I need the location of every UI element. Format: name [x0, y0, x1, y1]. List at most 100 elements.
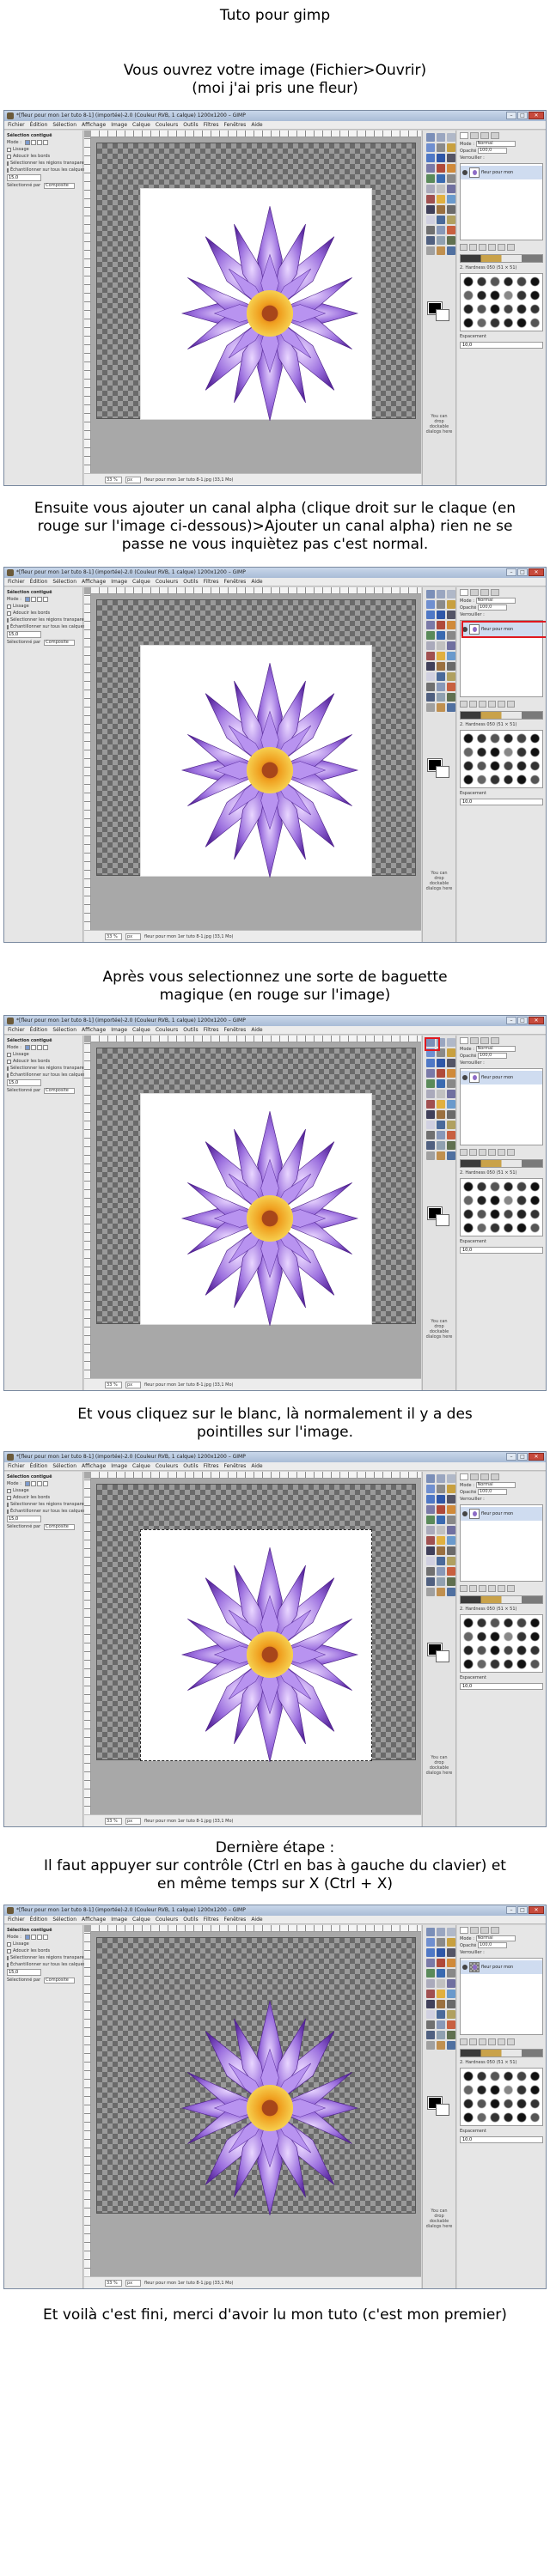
brush-preset-icon[interactable]: [516, 1644, 528, 1656]
brush-preset-icon[interactable]: [462, 1208, 474, 1220]
palette-strip[interactable]: [460, 711, 543, 720]
tool-icon[interactable]: [447, 1588, 455, 1596]
tool-icon[interactable]: [426, 1516, 435, 1524]
menu-outils[interactable]: Outils: [183, 121, 198, 129]
raise-layer-button[interactable]: [469, 1149, 477, 1156]
tool-icon[interactable]: [447, 133, 455, 142]
menu-filtres[interactable]: Filtres: [204, 1462, 219, 1470]
brush-preset-icon[interactable]: [516, 1181, 528, 1193]
layers-tab[interactable]: [460, 1927, 468, 1934]
tool-icon[interactable]: [447, 1079, 455, 1088]
tool-icon[interactable]: [447, 226, 455, 234]
brush-preset-icon[interactable]: [475, 1631, 487, 1643]
brush-preset-icon[interactable]: [475, 1194, 487, 1206]
tool-icon[interactable]: [437, 1100, 445, 1109]
tool-icon[interactable]: [437, 600, 445, 609]
brush-preset-icon[interactable]: [516, 1208, 528, 1220]
channels-tab[interactable]: [470, 1037, 479, 1044]
tool-icon[interactable]: [426, 216, 435, 224]
transparent-row[interactable]: Sélectionner les régions transparentes: [4, 617, 94, 623]
channels-tab[interactable]: [470, 589, 479, 596]
intersect-mode-button[interactable]: [42, 140, 48, 145]
brush-preset-icon[interactable]: [529, 1617, 541, 1629]
spacing-input[interactable]: 10,0: [460, 799, 543, 805]
tool-icon[interactable]: [447, 216, 455, 224]
feather-checkbox[interactable]: [7, 611, 11, 616]
tool-icon[interactable]: [437, 1069, 445, 1078]
new-layer-button[interactable]: [460, 701, 468, 708]
menu-selection[interactable]: Sélection: [52, 1462, 76, 1470]
brush-preset-icon[interactable]: [516, 760, 528, 772]
transparent-checkbox[interactable]: [7, 1955, 9, 1960]
background-color-swatch[interactable]: [436, 1214, 449, 1226]
visibility-eye-icon[interactable]: [462, 170, 468, 175]
brush-preset-icon[interactable]: [475, 2111, 487, 2123]
tool-icon[interactable]: [426, 226, 435, 234]
raise-layer-button[interactable]: [469, 244, 477, 251]
spacing-input[interactable]: 10,0: [460, 2136, 543, 2143]
antialias-row[interactable]: Lissage: [4, 1487, 82, 1494]
fg-bg-color-selector[interactable]: [427, 1206, 450, 1226]
brush-preset-icon[interactable]: [462, 303, 474, 315]
zoom-dropdown[interactable]: 33 %: [105, 1382, 122, 1388]
antialias-row[interactable]: Lissage: [4, 1051, 82, 1058]
tool-icon[interactable]: [426, 1536, 435, 1545]
tool-icon[interactable]: [447, 1141, 455, 1150]
tool-icon[interactable]: [426, 1979, 435, 1988]
layer-row[interactable]: fleur pour mon: [461, 1071, 542, 1084]
menu-calque[interactable]: Calque: [132, 121, 150, 129]
layer-mode-dropdown[interactable]: Normal: [475, 1046, 516, 1052]
tool-icon[interactable]: [426, 590, 435, 598]
brush-preset-icon[interactable]: [529, 760, 541, 772]
brush-preset-icon[interactable]: [489, 774, 501, 786]
sample-merged-row[interactable]: Échantillonner sur tous les calques: [4, 1961, 85, 1968]
brush-preset-icon[interactable]: [489, 1644, 501, 1656]
threshold-input[interactable]: 15,0: [7, 1969, 41, 1976]
menu-affichage[interactable]: Affichage: [82, 1026, 106, 1034]
brush-preset-icon[interactable]: [475, 2070, 487, 2082]
replace-mode-button[interactable]: [24, 597, 30, 602]
background-color-swatch[interactable]: [436, 1650, 449, 1662]
tool-icon[interactable]: [437, 1485, 445, 1493]
tool-icon[interactable]: [437, 1131, 445, 1139]
menu-couleurs[interactable]: Couleurs: [156, 121, 178, 129]
tool-icon[interactable]: [447, 2000, 455, 2008]
tool-icon[interactable]: [426, 174, 435, 183]
menu-filtres[interactable]: Filtres: [204, 121, 219, 129]
menu-affichage[interactable]: Affichage: [82, 121, 106, 129]
threshold-input[interactable]: 15,0: [7, 174, 41, 181]
tool-icon[interactable]: [437, 1979, 445, 1988]
tool-icon[interactable]: [437, 2010, 445, 2019]
delete-layer-button[interactable]: [507, 244, 515, 251]
brush-preset-icon[interactable]: [462, 2098, 474, 2110]
menu-outils[interactable]: Outils: [183, 1462, 198, 1470]
duplicate-layer-button[interactable]: [488, 244, 496, 251]
brush-preset-icon[interactable]: [475, 289, 487, 301]
feather-row[interactable]: Adoucir les bords: [4, 153, 82, 160]
brush-preset-icon[interactable]: [489, 1181, 501, 1193]
brush-preset-icon[interactable]: [516, 1222, 528, 1234]
channels-tab[interactable]: [470, 132, 479, 139]
paths-tab[interactable]: [480, 589, 489, 596]
anchor-layer-button[interactable]: [498, 1149, 505, 1156]
brush-preset-icon[interactable]: [502, 1644, 514, 1656]
brush-preset-icon[interactable]: [529, 317, 541, 329]
opacity-input[interactable]: 100,0: [477, 148, 507, 154]
tool-icon[interactable]: [426, 1069, 435, 1078]
select-by-dropdown[interactable]: Composite: [44, 1087, 76, 1094]
brush-preset-icon[interactable]: [489, 276, 501, 288]
brush-preset-icon[interactable]: [529, 2111, 541, 2123]
image-canvas-area[interactable]: [84, 1036, 421, 1378]
brush-preset-icon[interactable]: [475, 1658, 487, 1670]
channels-tab[interactable]: [470, 1927, 479, 1934]
opacity-input[interactable]: 100,0: [477, 605, 507, 611]
duplicate-layer-button[interactable]: [488, 701, 496, 708]
transparency-checkerboard[interactable]: [96, 1048, 416, 1326]
menu-aide[interactable]: Aide: [251, 1462, 262, 1470]
tool-icon[interactable]: [426, 683, 435, 691]
tool-icon[interactable]: [447, 1151, 455, 1160]
tool-icon[interactable]: [437, 693, 445, 702]
brush-preset-icon[interactable]: [529, 774, 541, 786]
tool-icon[interactable]: [426, 1485, 435, 1493]
brush-preset-icon[interactable]: [489, 2070, 501, 2082]
